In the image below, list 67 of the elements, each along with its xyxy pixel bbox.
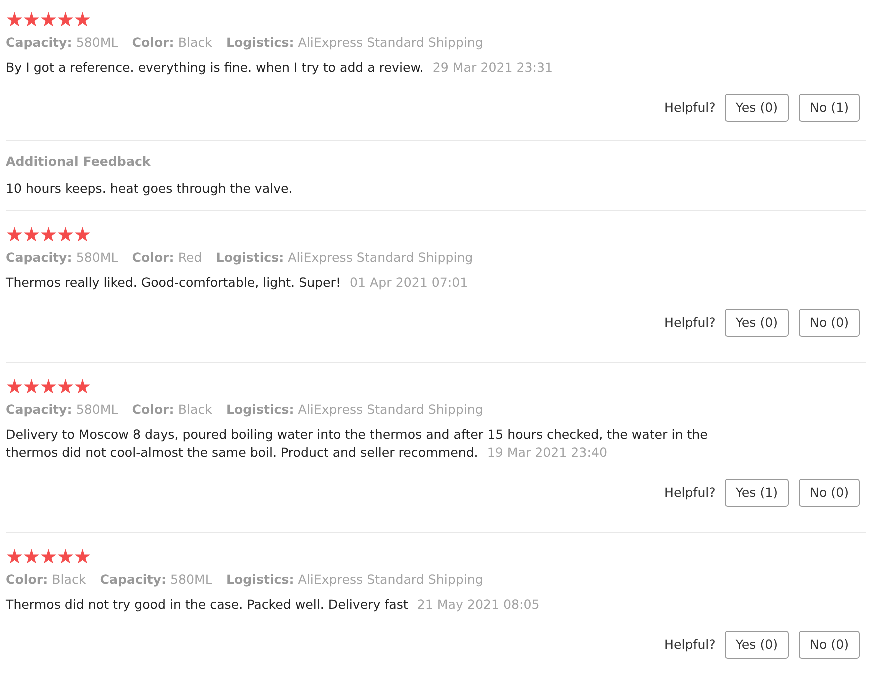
feedback-text: 10 hours keeps. heat goes through the valve. <box>6 180 294 198</box>
feedback-title: Additional Feedback <box>6 153 152 171</box>
attribute-label: Color: <box>132 249 174 267</box>
star-icon <box>41 549 56 564</box>
star-icon <box>24 379 40 394</box>
star-icon <box>58 12 74 27</box>
star-icon <box>58 227 74 242</box>
attribute-label: Logistics: <box>226 34 294 52</box>
review-date: 21 May 2021 08:05 <box>417 596 540 614</box>
attribute-value: AliExpress Standard Shipping <box>288 249 474 267</box>
attribute-value: 580ML <box>170 571 212 589</box>
review-text: By I got a reference. everything is fine. when I try to add a review. <box>6 59 424 77</box>
review-text: Delivery to Moscow 8 days, poured boiling water into the thermos and after 15 hours checked, the water in the <box>6 426 708 444</box>
helpful-label: Helpful? <box>664 484 716 502</box>
no-vote-button[interactable]: No (0) <box>799 479 860 507</box>
star-icon <box>75 227 90 242</box>
star-icon <box>7 227 22 242</box>
helpful-label: Helpful? <box>664 98 716 117</box>
attribute-label: Color: <box>6 571 48 589</box>
star-icon <box>41 379 56 394</box>
star-icon <box>75 549 90 564</box>
attribute-label: Logistics: <box>216 249 284 267</box>
star-icon <box>24 12 40 27</box>
attribute-label: Logistics: <box>226 571 294 589</box>
star-icon <box>58 379 74 394</box>
star-icon <box>24 549 40 564</box>
yes-vote-button[interactable]: Yes (0) <box>724 631 790 659</box>
attribute-label: Logistics: <box>226 401 294 419</box>
attribute-value: Black <box>178 401 212 419</box>
star-icon <box>7 549 22 564</box>
review-date: 19 Mar 2021 23:40 <box>487 444 608 462</box>
attribute-value: Black <box>178 34 212 52</box>
no-vote-button[interactable]: No (0) <box>799 309 860 337</box>
yes-vote-button[interactable]: Yes (0) <box>724 94 790 122</box>
yes-vote-button[interactable]: Yes (1) <box>724 479 790 507</box>
attribute-value: AliExpress Standard Shipping <box>298 34 484 52</box>
attribute-label: Color: <box>132 401 174 419</box>
review-date: 29 Mar 2021 23:31 <box>432 59 554 77</box>
star-icon <box>7 379 22 394</box>
attribute-label: Capacity: <box>6 249 72 267</box>
star-icon <box>24 227 40 242</box>
star-icon <box>41 12 56 27</box>
star-icon <box>7 12 22 27</box>
attribute-label: Capacity: <box>6 401 72 419</box>
attribute-label: Capacity: <box>6 34 72 52</box>
star-icon <box>75 12 90 27</box>
attribute-label: Capacity: <box>100 571 167 589</box>
review-text: thermos did not cool-almost the same boil. Product and seller recommend. <box>6 444 478 462</box>
star-icon <box>75 379 90 394</box>
attribute-value: Red <box>178 249 202 267</box>
review-text: Thermos did not try good in the case. Packed well. Delivery fast <box>6 596 408 614</box>
attribute-value: AliExpress Standard Shipping <box>298 571 484 589</box>
attribute-value: 580ML <box>76 249 118 267</box>
star-icon <box>41 227 56 242</box>
no-vote-button[interactable]: No (0) <box>799 631 860 659</box>
review-text: Thermos really liked. Good-comfortable, light. Super! <box>6 274 342 292</box>
helpful-label: Helpful? <box>664 636 716 654</box>
attribute-value: 580ML <box>76 401 118 419</box>
star-icon <box>58 549 74 564</box>
attribute-label: Color: <box>132 34 174 52</box>
helpful-label: Helpful? <box>664 314 716 332</box>
attribute-value: 580ML <box>76 34 118 52</box>
review-date: 01 Apr 2021 07:01 <box>350 274 468 292</box>
yes-vote-button[interactable]: Yes (0) <box>724 309 790 337</box>
attribute-value: Black <box>52 571 86 589</box>
no-vote-button[interactable]: No (1) <box>799 94 860 122</box>
attribute-value: AliExpress Standard Shipping <box>298 401 484 419</box>
